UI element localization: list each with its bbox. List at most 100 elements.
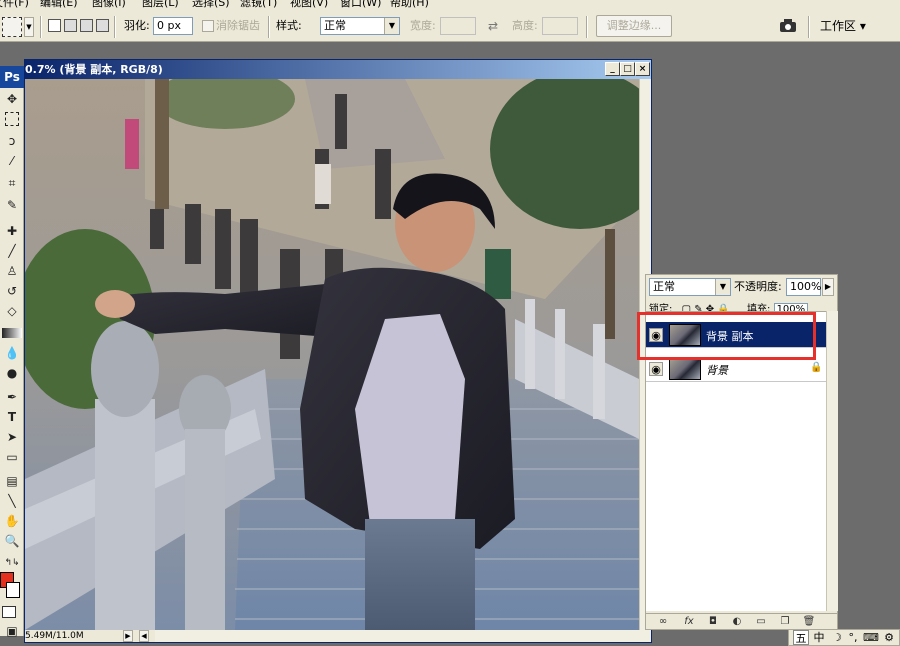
separator [268, 16, 270, 38]
antialias-checkbox[interactable] [202, 20, 214, 32]
link-layers-icon[interactable]: ∞ [656, 615, 670, 629]
add-selection-icon[interactable] [64, 19, 77, 32]
workspace-button[interactable]: 工作区 ▾ [820, 17, 866, 35]
intersect-selection-icon[interactable] [96, 19, 109, 32]
move-tool-icon[interactable]: ✥ [2, 90, 22, 108]
blur-tool-icon[interactable]: 💧 [2, 344, 22, 362]
magic-wand-icon[interactable]: ⁄ [2, 152, 22, 170]
shape-tool-icon[interactable]: ▭ [2, 448, 22, 466]
status-bar: 5.49M/11.0M ▶ ◀ [25, 630, 651, 642]
layer-name: 背景 [706, 364, 728, 377]
feather-label: 羽化: [124, 19, 150, 32]
document-size-status: 5.49M/11.0M [25, 631, 84, 641]
menu-edit[interactable]: 编辑(E) [40, 0, 78, 8]
hand-tool-icon[interactable]: ✋ [2, 512, 22, 530]
height-label: 高度: [512, 19, 538, 32]
screen-mode-icon[interactable]: ▣ [2, 622, 22, 640]
path-selection-icon[interactable]: ➤ [2, 428, 22, 446]
style-label: 样式: [276, 19, 302, 32]
new-selection-icon[interactable] [48, 19, 61, 32]
status-menu-arrow-icon[interactable]: ▶ [123, 630, 133, 642]
image-canvas[interactable] [25, 79, 639, 630]
new-layer-icon[interactable]: ❐ [778, 615, 792, 629]
adjustment-layer-icon[interactable]: ◐ [730, 615, 744, 629]
crop-tool-icon[interactable]: ⌗ [2, 174, 22, 192]
preset-dropdown-arrow-icon[interactable]: ▼ [24, 17, 34, 37]
opacity-label: 不透明度: [734, 280, 782, 293]
history-brush-icon[interactable]: ↺ [2, 282, 22, 300]
photoshop-logo: Ps [0, 66, 24, 88]
ime-wubi-icon[interactable]: 五 [793, 630, 809, 645]
separator [40, 16, 42, 38]
horizontal-scrollbar[interactable] [155, 630, 651, 642]
trash-icon[interactable]: 🗑 [802, 615, 816, 629]
photoshop-window: 文件(F) 编辑(E) 图像(I) 图层(L) 选择(S) 滤镜(T) 视图(V… [0, 0, 900, 646]
quick-mask-icon[interactable] [2, 606, 16, 618]
type-tool-icon[interactable]: T [2, 408, 22, 426]
menu-view[interactable]: 视图(V) [290, 0, 328, 8]
refine-edge-button[interactable]: 调整边缘... [596, 15, 672, 37]
menu-filter[interactable]: 滤镜(T) [240, 0, 277, 8]
close-icon[interactable]: × [635, 62, 650, 76]
scroll-left-icon[interactable]: ◀ [139, 630, 149, 642]
ime-punctuation-icon[interactable]: °, [845, 630, 861, 645]
slice-tool-icon[interactable]: ✎ [2, 196, 22, 214]
lasso-tool-icon[interactable]: ↄ [2, 132, 22, 150]
width-input[interactable] [440, 17, 476, 35]
marquee-tool-icon[interactable] [5, 112, 19, 126]
antialias-label: 消除锯齿 [216, 19, 260, 32]
dodge-tool-icon[interactable]: ● [2, 364, 22, 382]
menu-select[interactable]: 选择(S) [192, 0, 230, 8]
separator [808, 16, 810, 38]
minimize-icon[interactable]: _ [605, 62, 620, 76]
ime-toolbar: 五 中 ☽ °, ⌨ ⚙ [788, 629, 900, 646]
opacity-input[interactable]: 100% [786, 278, 821, 296]
menu-layer[interactable]: 图层(L) [142, 0, 179, 8]
file-browser-icon[interactable] [778, 16, 800, 36]
healing-brush-icon[interactable]: ✚ [2, 222, 22, 240]
ime-keyboard-icon[interactable]: ⌨ [863, 630, 879, 645]
maximize-icon[interactable]: □ [620, 62, 635, 76]
marquee-preset-icon[interactable] [2, 17, 22, 37]
notes-tool-icon[interactable]: ▤ [2, 472, 22, 490]
menu-file[interactable]: 文件(F) [0, 0, 29, 8]
eye-icon[interactable]: ◉ [649, 362, 663, 376]
eyedropper-tool-icon[interactable]: ╲ [2, 492, 22, 510]
layer-mask-icon[interactable]: ◘ [706, 615, 720, 629]
toolbox: Ps ✥ ↄ ⁄ ⌗ ✎ ✚ ╱ ♙ ↺ ◇ 💧 ● ✒ T ➤ ▭ ▤ ╲ ✋… [0, 66, 24, 638]
ime-settings-icon[interactable]: ⚙ [881, 630, 897, 645]
zoom-tool-icon[interactable]: 🔍 [2, 532, 22, 550]
eraser-tool-icon[interactable]: ◇ [2, 302, 22, 320]
layers-scrollbar[interactable] [826, 311, 838, 611]
width-label: 宽度: [410, 19, 436, 32]
document-title-bar[interactable]: 0.7% (背景 副本, RGB/8) _ □ × [25, 60, 651, 79]
menu-image[interactable]: 图像(I) [92, 0, 126, 8]
feather-input[interactable]: 0 px [153, 17, 193, 35]
background-color-swatch[interactable] [6, 582, 20, 598]
chevron-down-icon: ▼ [384, 18, 399, 34]
document-title: 0.7% (背景 副本, RGB/8) [25, 63, 163, 76]
menu-window[interactable]: 窗口(W) [340, 0, 381, 8]
menu-bar: 文件(F) 编辑(E) 图像(I) 图层(L) 选择(S) 滤镜(T) 视图(V… [0, 0, 900, 8]
style-select-value: 正常 [324, 19, 346, 32]
menu-help[interactable]: 帮助(H) [390, 0, 429, 8]
photo-illustration [25, 79, 639, 630]
style-select[interactable]: 正常 ▼ [320, 17, 400, 35]
clone-stamp-icon[interactable]: ♙ [2, 262, 22, 280]
swap-dimensions-icon[interactable]: ⇄ [488, 17, 498, 35]
new-group-icon[interactable]: ▭ [754, 615, 768, 629]
gradient-tool-icon[interactable] [2, 328, 22, 338]
blend-mode-select[interactable]: 正常 ▼ [649, 278, 731, 296]
ime-chinese-icon[interactable]: 中 [811, 630, 827, 645]
pen-tool-icon[interactable]: ✒ [2, 388, 22, 406]
ime-halfwidth-icon[interactable]: ☽ [829, 630, 845, 645]
opacity-arrow-icon[interactable]: ▶ [822, 278, 834, 296]
swap-colors-icon[interactable]: ↰↳ [2, 554, 22, 572]
chevron-down-icon: ▼ [715, 279, 730, 295]
height-input[interactable] [542, 17, 578, 35]
separator [114, 16, 116, 38]
layer-style-icon[interactable]: fx [682, 615, 696, 629]
subtract-selection-icon[interactable] [80, 19, 93, 32]
brush-tool-icon[interactable]: ╱ [2, 242, 22, 260]
lock-icon: 🔒 [810, 362, 823, 373]
